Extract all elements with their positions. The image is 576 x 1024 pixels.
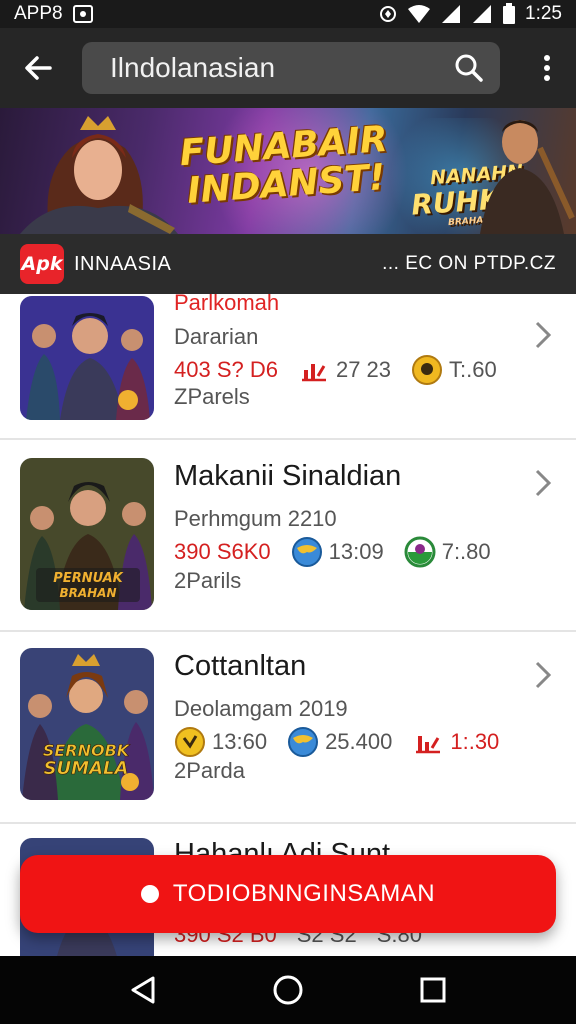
- globe-icon: [291, 536, 323, 568]
- search-field[interactable]: Ilndolanasian: [82, 42, 500, 94]
- app-extra: ZParels: [174, 384, 250, 409]
- signal-icon: [442, 5, 461, 23]
- stat-value: 403 S? D6: [174, 357, 278, 382]
- coin-icon: [174, 726, 206, 758]
- app-subtitle: Dararian: [174, 324, 259, 349]
- record-dot-icon: [140, 885, 159, 903]
- stat: 7:.80: [404, 536, 491, 568]
- app-thumbnail: [20, 296, 154, 420]
- stat-value: 27 23: [335, 357, 392, 382]
- nav-home-button[interactable]: [264, 966, 312, 1014]
- chevron-right-icon: [535, 661, 552, 689]
- triangle-back-icon: [131, 976, 155, 1004]
- globe-icon: [287, 726, 319, 758]
- banner-hero-character-image: [20, 116, 178, 234]
- chevron-right-icon: [535, 321, 552, 349]
- chart-icon: [298, 354, 330, 386]
- stat: 390 S6K0: [174, 539, 271, 565]
- app-stats: 13:60 25.400 1:.30: [174, 726, 519, 758]
- promo-banner[interactable]: FUNABAIR INDANST! NANAHN RUHKAN BRAHABNA…: [0, 108, 576, 234]
- svg-text:SUMALA: SUMALA: [44, 758, 129, 779]
- banner-headline: FUNABAIR INDANST!: [178, 118, 389, 212]
- stat: 1:.30: [412, 726, 499, 758]
- stat-value: 25.400: [325, 729, 393, 754]
- app-extra: 2Parda: [174, 758, 245, 783]
- nav-back-button[interactable]: [119, 966, 167, 1014]
- stat: 27 23: [298, 354, 391, 386]
- search-query-text[interactable]: Ilndolanasian: [110, 52, 452, 84]
- stat-value: 13:60: [212, 729, 268, 754]
- app-stats: 403 S? D6 27 23 T:.60: [174, 354, 517, 386]
- stat-value: 13:09: [328, 539, 384, 564]
- source-strip: Apk INNAASIA ... EC ON PTDP.CZ: [0, 234, 576, 294]
- notification-icon: [72, 5, 93, 23]
- app-stats: 390 S6K0 13:09 7:.80: [174, 536, 511, 568]
- status-bar: APP8 1:25: [0, 0, 576, 28]
- circle-home-icon: [273, 975, 303, 1005]
- list-item[interactable]: Parlkomah Dararian 403 S? D6 27 23 T:.60…: [0, 294, 576, 440]
- nav-recents-button[interactable]: [409, 966, 457, 1014]
- search-icon[interactable]: [452, 51, 486, 85]
- chart-icon: [412, 726, 444, 758]
- svg-text:BRAHAN: BRAHAN: [59, 586, 116, 600]
- apk-logo: Apk: [20, 244, 64, 284]
- app-extra: 2Parils: [174, 568, 242, 593]
- status-left-text: APP8: [14, 3, 63, 24]
- signal-icon-2: [473, 5, 492, 23]
- app-thumbnail: PERNUAK BRAHAN: [20, 458, 154, 610]
- app-title: Makanii Sinaldian: [174, 460, 402, 492]
- source-link[interactable]: ... EC ON PTDP.CZ: [382, 253, 556, 275]
- stat-value: T:.60: [449, 357, 497, 382]
- chevron-right-icon: [535, 469, 552, 497]
- status-time: 1:25: [525, 3, 562, 24]
- vibrate-icon: [380, 6, 397, 22]
- back-button[interactable]: [14, 44, 62, 92]
- coin-icon: [411, 354, 443, 386]
- stat-value: 390 S6K0: [174, 539, 271, 564]
- overflow-menu-button[interactable]: [532, 44, 562, 92]
- app-bar: Ilndolanasian: [0, 28, 576, 108]
- stat: 13:60: [174, 726, 267, 758]
- square-recents-icon: [420, 977, 446, 1003]
- system-nav-bar: [0, 956, 576, 1024]
- app-title: Cottanltan: [174, 650, 307, 682]
- flag-icon: [404, 536, 436, 568]
- source-name: INNAASIA: [74, 252, 172, 275]
- more-vert-icon: [544, 55, 550, 81]
- stat: 25.400: [287, 726, 392, 758]
- install-button[interactable]: TODIOBNNGINSAMAN: [20, 855, 556, 933]
- stat: 403 S? D6: [174, 357, 278, 383]
- battery-icon: [503, 3, 516, 24]
- list-item[interactable]: PERNUAK BRAHAN Makanii Sinaldian Perhmgu…: [0, 440, 576, 632]
- app-title: Parlkomah: [174, 294, 280, 315]
- wifi-icon: [408, 5, 431, 23]
- svg-text:PERNUAK: PERNUAK: [53, 571, 123, 586]
- back-arrow-icon: [25, 56, 52, 80]
- install-button-label: TODIOBNNGINSAMAN: [172, 880, 436, 907]
- app-subtitle: Deolamgam 2019: [174, 696, 348, 721]
- app-subtitle: Perhmgum 2210: [174, 506, 337, 531]
- banner-guitarist-image: [480, 120, 575, 234]
- stat-value: 7:.80: [441, 539, 491, 564]
- stat: 13:09: [291, 536, 384, 568]
- list-item[interactable]: SERNOBK SUMALA Cottanltan Deolamgam 2019…: [0, 632, 576, 824]
- app-thumbnail: SERNOBK SUMALA: [20, 648, 154, 800]
- stat: T:.60: [411, 354, 497, 386]
- stat-value: 1:.30: [450, 729, 500, 754]
